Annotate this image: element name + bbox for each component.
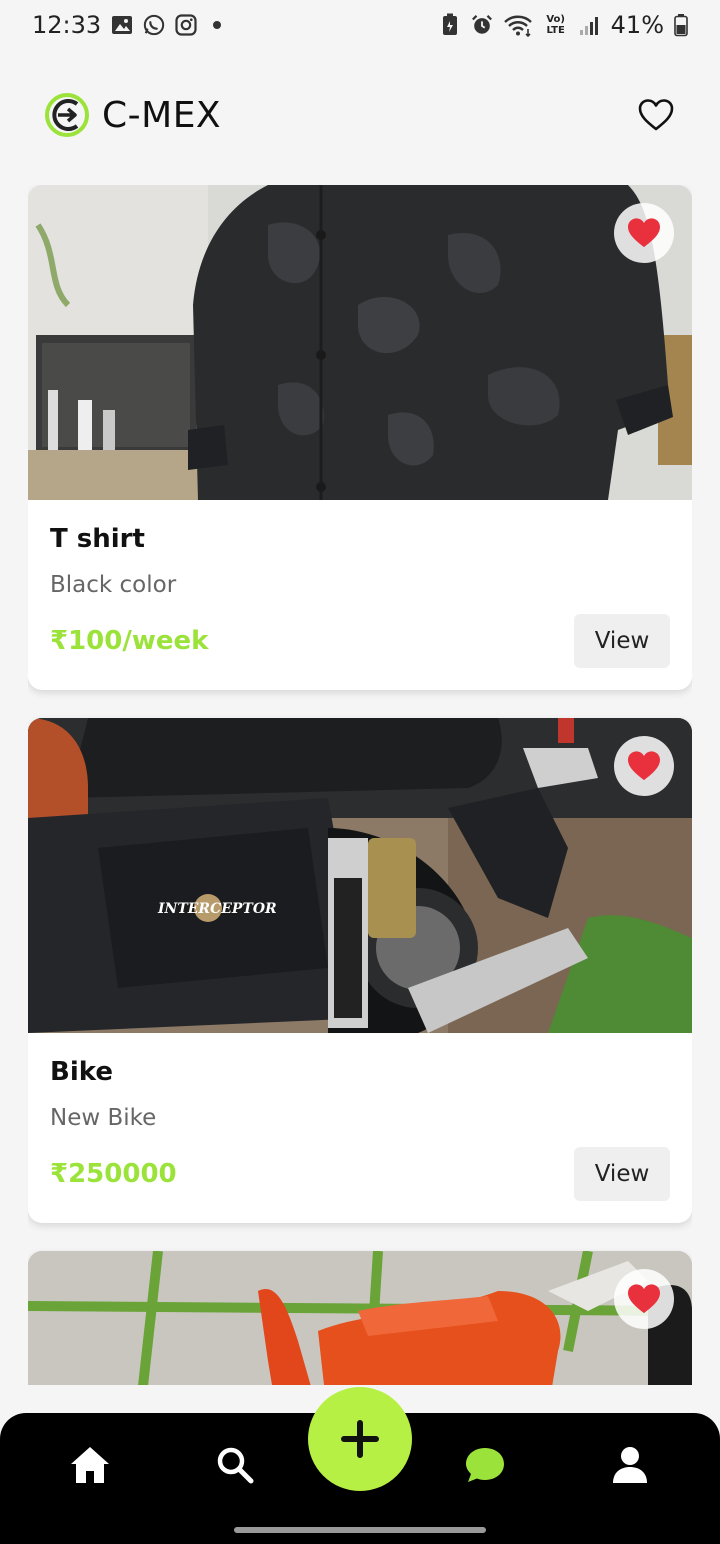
profile-icon[interactable] [608,1443,652,1487]
notification-dot [213,21,222,29]
search-icon[interactable] [213,1443,257,1487]
heart-filled-icon [628,1284,660,1314]
gallery-icon [111,14,133,36]
view-button[interactable]: View [574,1147,670,1201]
favorite-toggle-button[interactable] [614,203,674,263]
favorite-toggle-button[interactable] [614,1269,674,1329]
battery-percentage: 41% [610,11,664,39]
listing-price: ₹100/week [50,626,209,656]
battery-saver-icon [439,13,461,36]
signal-icon [579,14,601,36]
listing-image[interactable]: INTERCEPTOR [28,718,692,1033]
listing-title: T shirt [50,524,145,554]
listing-price: ₹250000 [50,1159,177,1189]
favorites-heart-icon[interactable] [636,95,676,135]
listing-image[interactable] [28,185,692,500]
favorite-toggle-button[interactable] [614,736,674,796]
view-button[interactable]: View [574,614,670,668]
plus-icon [341,1420,379,1458]
instagram-icon [175,14,197,36]
wifi-icon [503,14,533,37]
listing-card[interactable] [28,1251,692,1385]
heart-filled-icon [628,751,660,781]
listing-card[interactable]: T shirt Black color ₹100/week View [28,185,692,690]
chat-icon[interactable] [463,1443,507,1487]
listing-info: Bike New Bike ₹250000 View [28,1033,692,1223]
home-gesture-bar[interactable] [234,1527,486,1533]
listing-card[interactable]: INTERCEPTOR Bike New Bike ₹250000 View [28,718,692,1223]
listing-image[interactable] [28,1251,692,1385]
listing-title: Bike [50,1057,113,1087]
interceptor-badge-text: INTERCEPTOR [157,901,277,917]
app-header: C-MEX [0,70,720,160]
listings-feed[interactable]: T shirt Black color ₹100/week View INTER… [28,185,692,1385]
heart-filled-icon [628,218,660,248]
home-icon[interactable] [68,1443,112,1487]
status-time: 12:33 [32,11,102,39]
listing-info: T shirt Black color ₹100/week View [28,500,692,690]
c-mex-logo-icon [44,92,90,138]
whatsapp-icon [143,14,165,36]
add-listing-button[interactable] [308,1387,412,1491]
status-bar: 12:33 Vo) LTE 41% [0,0,720,50]
listing-description: Black color [50,572,177,598]
battery-icon [674,14,688,37]
listing-description: New Bike [50,1105,157,1131]
alarm-icon [471,14,493,36]
volte-label: Vo) LTE [546,14,565,36]
app-title: C-MEX [102,94,222,136]
